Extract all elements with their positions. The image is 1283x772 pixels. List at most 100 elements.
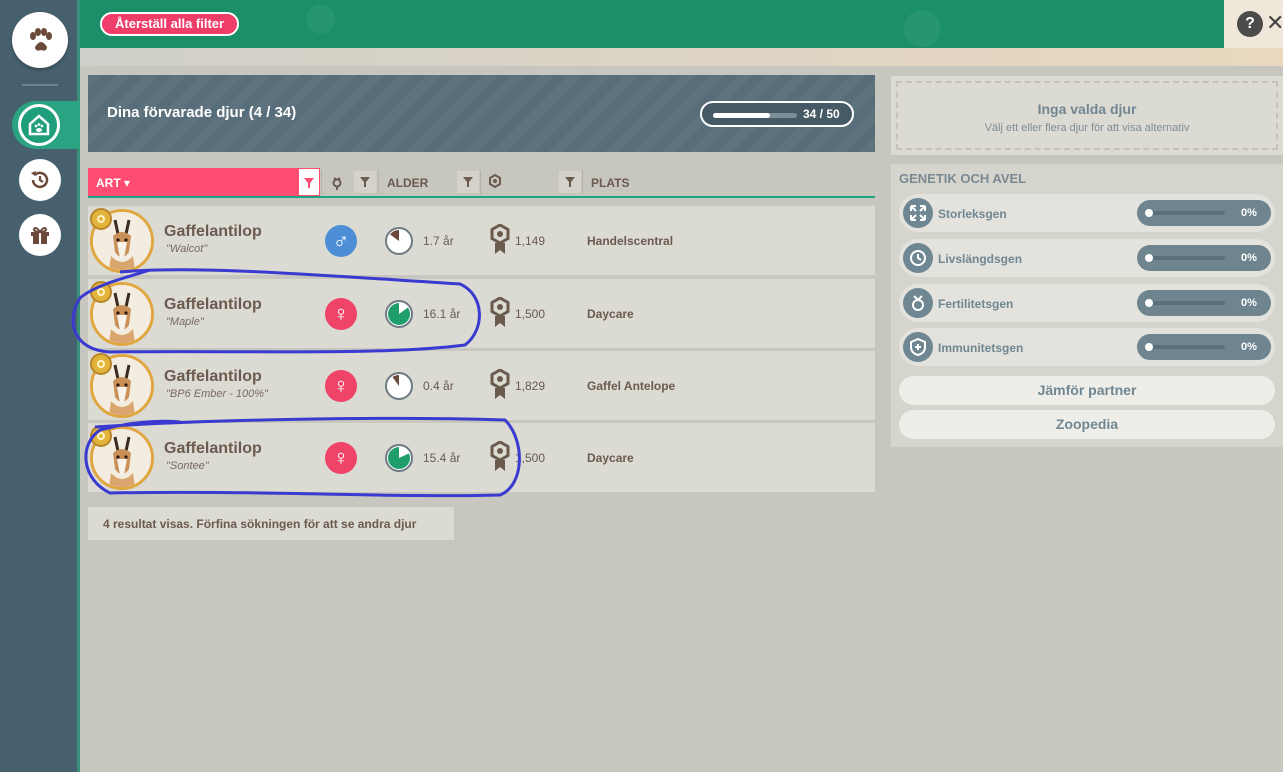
genetics-panel: GENETIK OCH AVEL Storleksgen 0% Livsläng… (891, 164, 1283, 447)
capacity-fill (713, 113, 771, 118)
storage-header: Dina förvarade djur (4 / 34) 34 / 50 (88, 75, 875, 152)
animal-age: 16.1 år (423, 307, 461, 321)
column-gender[interactable] (330, 168, 344, 196)
animal-species: Gaffelantilop (164, 440, 262, 457)
capacity-label: 34 / 50 (803, 107, 840, 121)
animal-appeal: 1,829 (515, 379, 546, 393)
animal-species: Gaffelantilop (164, 223, 262, 240)
animal-place: Daycare (587, 307, 634, 321)
genetics-title: GENETIK OCH AVEL (899, 171, 1027, 186)
capacity-bar: 34 / 50 (700, 101, 854, 127)
help-button[interactable]: ? (1237, 11, 1263, 37)
gene-value: 0% (1241, 252, 1257, 264)
gene-row-size: Storleksgen 0% (899, 194, 1275, 232)
gender-icon (332, 177, 342, 190)
column-place[interactable]: PLATS (583, 168, 637, 196)
shield-cross-icon (903, 332, 933, 362)
animal-nickname: "Walcot" (166, 243, 208, 255)
top-bar (80, 0, 1283, 48)
animal-species: Gaffelantilop (164, 296, 262, 313)
age-filter-button[interactable] (457, 171, 479, 193)
selection-dropzone: Inga valda djur Välj ett eller flera dju… (896, 81, 1278, 150)
medal-icon (90, 425, 112, 447)
animal-place: Handelscentral (587, 234, 674, 248)
age-pie-icon (385, 372, 413, 400)
column-species[interactable]: ART ▾ (88, 168, 298, 196)
column-age[interactable]: ALDER (379, 168, 436, 196)
appeal-icon (490, 224, 510, 254)
appeal-icon (490, 441, 510, 471)
gene-label: Livslängdsgen (938, 252, 1023, 266)
column-separator (480, 170, 481, 194)
result-note: 4 resultat visas. Förfina sökningen för … (88, 507, 454, 540)
close-button[interactable]: ✕ (1266, 10, 1283, 36)
male-icon: ♂ (325, 225, 357, 257)
reset-filters-button[interactable]: Återställ alla filter (100, 12, 240, 36)
gender-filter-button[interactable] (354, 171, 376, 193)
gene-bar: 0% (1137, 290, 1271, 316)
selection-subtitle: Välj ett eller flera djur för att visa a… (984, 122, 1190, 134)
species-filter-button[interactable] (298, 168, 320, 196)
female-icon: ♀ (325, 370, 357, 402)
sidebar-divider (22, 84, 58, 86)
animal-nickname: "BP6 Ember - 100%" (166, 388, 268, 400)
column-separator (321, 170, 322, 194)
gene-bar: 0% (1137, 334, 1271, 360)
gene-bar: 0% (1137, 200, 1271, 226)
gene-row-immunity: Immunitetsgen 0% (899, 328, 1275, 366)
gene-row-fertility: Fertilitetsgen 0% (899, 284, 1275, 322)
age-pie-icon (385, 444, 413, 472)
animal-place: Gaffel Antelope (587, 379, 676, 393)
table-row[interactable]: Gaffelantilop "BP6 Ember - 100%" ♀ 0.4 å… (88, 351, 875, 420)
appeal-icon (490, 297, 510, 327)
filter-icon (565, 177, 575, 187)
female-icon: ♀ (325, 442, 357, 474)
animal-age: 1.7 år (423, 234, 454, 248)
animal-appeal: 1,149 (515, 234, 546, 248)
storage-title: Dina förvarade djur (4 / 34) (107, 104, 297, 121)
female-icon: ♀ (325, 298, 357, 330)
fertility-icon (903, 288, 933, 318)
capacity-track (713, 113, 797, 118)
storage-button[interactable] (18, 104, 60, 146)
animal-species: Gaffelantilop (164, 368, 262, 385)
medal-icon (90, 281, 112, 303)
animal-appeal: 1,500 (515, 451, 546, 465)
zoopedia-button[interactable]: Zoopedia (899, 410, 1275, 439)
medal-icon (90, 208, 112, 230)
table-row[interactable]: Gaffelantilop "Sontee" ♀ 15.4 år 1,500 D… (88, 423, 875, 492)
animal-age: 15.4 år (423, 451, 461, 465)
gene-label: Storleksgen (938, 207, 1007, 221)
animal-appeal: 1,500 (515, 307, 546, 321)
history-button[interactable] (19, 159, 61, 201)
filter-icon (360, 177, 370, 187)
left-sidebar (0, 0, 80, 772)
paw-button[interactable] (12, 12, 68, 68)
paw-icon (30, 28, 52, 51)
table-row[interactable]: Gaffelantilop "Maple" ♀ 16.1 år 1,500 Da… (88, 279, 875, 348)
gene-row-longevity: Livslängdsgen 0% (899, 239, 1275, 277)
history-icon (31, 171, 49, 189)
table-header: ART ▾ ALDER PLATS (88, 168, 875, 198)
animal-place: Daycare (587, 451, 634, 465)
clock-icon (903, 243, 933, 273)
top-bar-strip (80, 48, 1283, 66)
expand-arrows-icon (903, 198, 933, 228)
age-pie-icon (385, 300, 413, 328)
animal-nickname: "Maple" (166, 316, 204, 328)
selection-title: Inga valda djur (1037, 101, 1137, 117)
age-pie-icon (385, 227, 413, 255)
gene-value: 0% (1241, 297, 1257, 309)
compare-partner-button[interactable]: Jämför partner (899, 376, 1275, 405)
gene-value: 0% (1241, 207, 1257, 219)
filter-icon (304, 178, 314, 188)
appeal-icon (490, 369, 510, 399)
gift-button[interactable] (19, 214, 61, 256)
appeal-filter-button[interactable] (559, 171, 581, 193)
gene-bar: 0% (1137, 245, 1271, 271)
animal-nickname: "Sontee" (166, 460, 209, 472)
house-paw-icon (28, 114, 50, 136)
table-row[interactable]: Gaffelantilop "Walcot" ♂ 1.7 år 1,149 Ha… (88, 206, 875, 275)
column-appeal[interactable] (488, 168, 502, 196)
filter-icon (463, 177, 473, 187)
